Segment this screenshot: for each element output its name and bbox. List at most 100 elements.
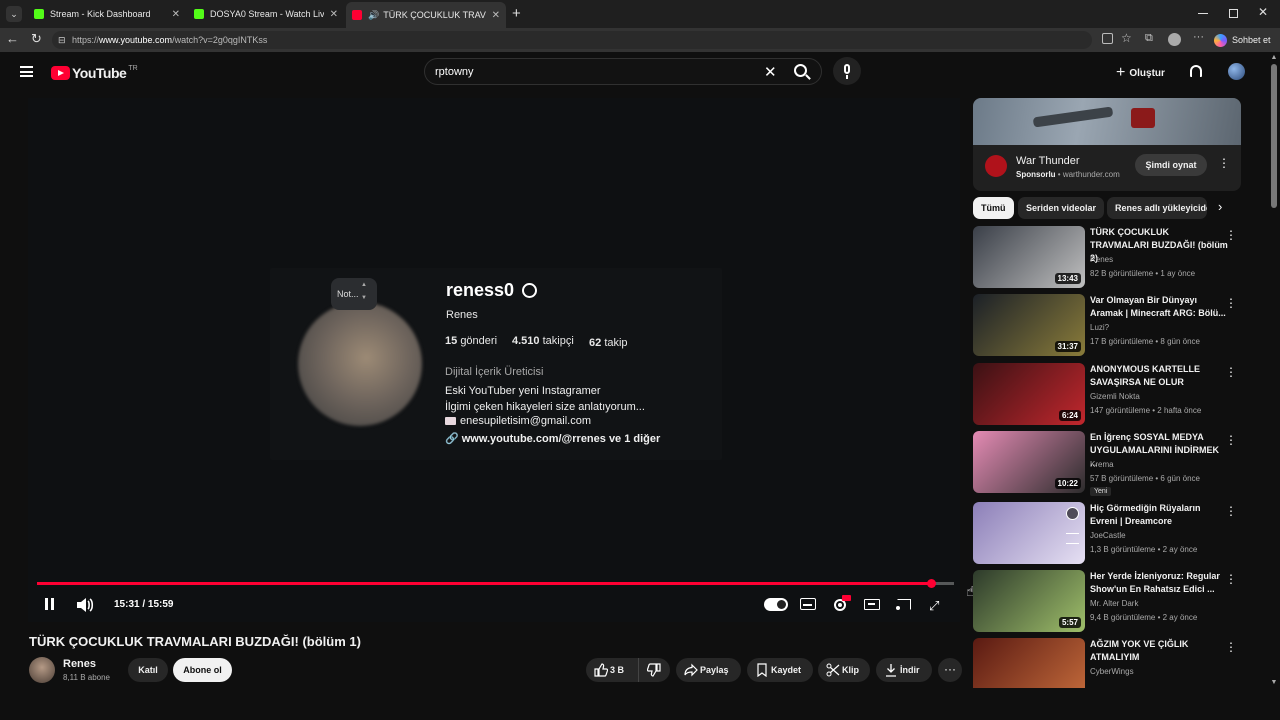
video-thumbnail[interactable] bbox=[973, 638, 1085, 688]
browser-tab-kick-dashboard[interactable]: Stream - Kick Dashboard ✕ bbox=[28, 3, 186, 25]
browser-tab-kick-stream[interactable]: DOSYA0 Stream - Watch Live on K ✕ bbox=[188, 3, 344, 25]
ad-name: War Thunder bbox=[1016, 155, 1080, 167]
more-actions-button[interactable]: ··· bbox=[938, 658, 962, 682]
related-video-title[interactable]: Var Olmayan Bir Dünyayı Aramak | Minecra… bbox=[1090, 294, 1228, 320]
related-video-item[interactable]: Hiç Görmediğin Rüyaların Evreni | Dreamc… bbox=[973, 502, 1241, 564]
video-thumbnail[interactable] bbox=[973, 502, 1085, 564]
clear-search-icon[interactable]: ✕ bbox=[764, 63, 777, 81]
close-tab-icon[interactable]: ✕ bbox=[330, 9, 338, 20]
video-thumbnail[interactable]: 6:24 bbox=[973, 363, 1085, 425]
copilot-button[interactable]: Sohbet et bbox=[1214, 32, 1271, 48]
dislike-button[interactable] bbox=[638, 658, 670, 682]
related-video-title[interactable]: Her Yerde İzleniyoruz: Regular Show'un E… bbox=[1090, 570, 1228, 596]
page-scrollbar[interactable]: ▲ ▼ bbox=[1268, 52, 1280, 688]
join-button[interactable]: Katıl bbox=[128, 658, 168, 682]
back-icon[interactable]: ← bbox=[6, 31, 19, 46]
related-video-title[interactable]: Hiç Görmediğin Rüyaların Evreni | Dreamc… bbox=[1090, 502, 1228, 528]
video-thumbnail[interactable]: 31:37 bbox=[973, 294, 1085, 356]
search-input[interactable]: rptowny ✕ bbox=[424, 58, 822, 85]
scroll-down-arrow-icon[interactable]: ▼ bbox=[1268, 679, 1280, 686]
youtube-logo[interactable]: YouTube TR bbox=[51, 65, 138, 81]
translate-icon[interactable] bbox=[1102, 33, 1113, 44]
related-video-channel[interactable]: Gizemli Nokta bbox=[1090, 392, 1140, 401]
video-more-options-icon[interactable]: ⋮ bbox=[1225, 504, 1237, 518]
theater-mode-button[interactable] bbox=[864, 599, 880, 610]
extensions-icon[interactable]: ⧉ bbox=[1145, 32, 1153, 45]
related-video-channel[interactable]: Krema bbox=[1090, 460, 1114, 469]
ad-more-icon[interactable]: ⋮ bbox=[1218, 156, 1230, 170]
chips-next-arrow-icon[interactable]: › bbox=[1218, 199, 1222, 214]
close-tab-icon[interactable]: ✕ bbox=[172, 9, 180, 20]
video-more-options-icon[interactable]: ⋮ bbox=[1225, 572, 1237, 586]
related-video-title[interactable]: ANONYMOUS KARTELLE SAVAŞIRSA NE OLUR bbox=[1090, 363, 1228, 389]
chip-uploader[interactable]: Renes adlı yükleyicide bbox=[1107, 197, 1207, 219]
browser-tab-youtube[interactable]: 🔊 TÜRK ÇOCUKLUK TRAVMALARI ✕ bbox=[346, 2, 506, 28]
scroll-up-arrow-icon[interactable]: ▲ bbox=[1268, 54, 1280, 61]
speaker-icon[interactable]: 🔊 bbox=[368, 10, 379, 21]
site-info-icon[interactable]: ⊟ bbox=[58, 31, 66, 49]
subtitles-button[interactable] bbox=[800, 598, 816, 610]
video-more-options-icon[interactable]: ⋮ bbox=[1225, 228, 1237, 242]
restore-icon[interactable] bbox=[1229, 9, 1238, 18]
play-now-button[interactable]: Şimdi oynat bbox=[1135, 154, 1207, 176]
download-button[interactable]: İndir bbox=[876, 658, 932, 682]
watch-later-icon[interactable] bbox=[1066, 507, 1079, 520]
share-button[interactable]: Paylaş bbox=[676, 658, 741, 682]
add-to-queue-icon[interactable] bbox=[1066, 533, 1079, 544]
subscribe-button[interactable]: Abone ol bbox=[173, 658, 232, 682]
settings-button[interactable] bbox=[832, 595, 851, 618]
video-more-options-icon[interactable]: ⋮ bbox=[1225, 640, 1237, 654]
scrollbar-thumb[interactable] bbox=[1271, 64, 1277, 208]
progress-bar[interactable] bbox=[37, 579, 954, 588]
related-video-item[interactable]: 6:24 ANONYMOUS KARTELLE SAVAŞIRSA NE OLUR… bbox=[973, 363, 1241, 425]
progress-scrubber[interactable] bbox=[927, 579, 937, 588]
autoplay-toggle[interactable] bbox=[764, 598, 788, 611]
cast-button[interactable] bbox=[896, 599, 911, 610]
like-button[interactable]: 3 B bbox=[586, 658, 638, 682]
related-video-channel[interactable]: Mr. Alter Dark bbox=[1090, 599, 1138, 608]
close-tab-icon[interactable]: ✕ bbox=[492, 10, 500, 21]
address-bar[interactable]: ⊟ https://www.youtube.com/watch?v=2g0qgI… bbox=[52, 31, 1092, 49]
ad-card[interactable]: War Thunder Sponsorlu • warthunder.com Ş… bbox=[973, 98, 1241, 191]
video-thumbnail[interactable]: 5:57 bbox=[973, 570, 1085, 632]
new-tab-icon[interactable]: + bbox=[512, 5, 521, 22]
create-button[interactable]: + Oluştur bbox=[1116, 64, 1165, 82]
related-video-item[interactable]: AĞZIM YOK VE ÇIĞLIK ATMALIYIM CyberWings ⋮ bbox=[973, 638, 1241, 688]
more-options-icon[interactable]: ··· bbox=[1193, 31, 1204, 43]
video-duration: 10:22 bbox=[1054, 478, 1081, 489]
video-more-options-icon[interactable]: ⋮ bbox=[1225, 296, 1237, 310]
channel-name[interactable]: Renes bbox=[63, 658, 96, 670]
menu-icon[interactable] bbox=[20, 66, 33, 77]
related-video-item[interactable]: 31:37 Var Olmayan Bir Dünyayı Aramak | Mi… bbox=[973, 294, 1241, 356]
tab-actions-icon[interactable]: ⌄ bbox=[6, 6, 22, 22]
notifications-bell-icon[interactable] bbox=[1190, 65, 1202, 77]
chip-all[interactable]: Tümü bbox=[973, 197, 1014, 219]
save-button[interactable]: Kaydet bbox=[747, 658, 813, 682]
volume-button[interactable] bbox=[76, 597, 94, 618]
clip-button[interactable]: Klip bbox=[818, 658, 870, 682]
related-video-channel[interactable]: Renes bbox=[1090, 255, 1113, 264]
minimize-icon[interactable] bbox=[1198, 13, 1208, 14]
related-video-item[interactable]: 10:22 En İğrenç SOSYAL MEDYA UYGULAMALARI… bbox=[973, 431, 1241, 496]
related-video-channel[interactable]: Luzi? bbox=[1090, 323, 1109, 332]
voice-search-button[interactable] bbox=[833, 57, 861, 85]
related-video-channel[interactable]: JoeCastle bbox=[1090, 531, 1126, 540]
profile-avatar-icon[interactable] bbox=[1168, 33, 1181, 46]
fullscreen-button[interactable]: ⤢ bbox=[929, 598, 939, 614]
video-more-options-icon[interactable]: ⋮ bbox=[1225, 365, 1237, 379]
video-thumbnail[interactable]: 13:43 bbox=[973, 226, 1085, 288]
pause-button[interactable] bbox=[44, 598, 56, 611]
favorite-star-icon[interactable]: ☆ bbox=[1121, 31, 1132, 45]
related-video-title[interactable]: AĞZIM YOK VE ÇIĞLIK ATMALIYIM bbox=[1090, 638, 1228, 664]
reload-icon[interactable]: ↻ bbox=[31, 31, 42, 47]
video-more-options-icon[interactable]: ⋮ bbox=[1225, 433, 1237, 447]
account-avatar[interactable] bbox=[1228, 63, 1245, 80]
related-video-item[interactable]: 13:43 TÜRK ÇOCUKLUK TRAVMALARI BUZDAĞI! (… bbox=[973, 226, 1241, 288]
chip-series[interactable]: Seriden videolar bbox=[1018, 197, 1105, 219]
channel-avatar[interactable] bbox=[29, 657, 55, 683]
url-prefix: https:// bbox=[72, 35, 100, 45]
video-thumbnail[interactable]: 10:22 bbox=[973, 431, 1085, 493]
related-video-item[interactable]: 5:57 Her Yerde İzleniyoruz: Regular Show'… bbox=[973, 570, 1241, 632]
related-video-channel[interactable]: CyberWings bbox=[1090, 667, 1134, 676]
close-window-icon[interactable]: ✕ bbox=[1258, 5, 1268, 19]
